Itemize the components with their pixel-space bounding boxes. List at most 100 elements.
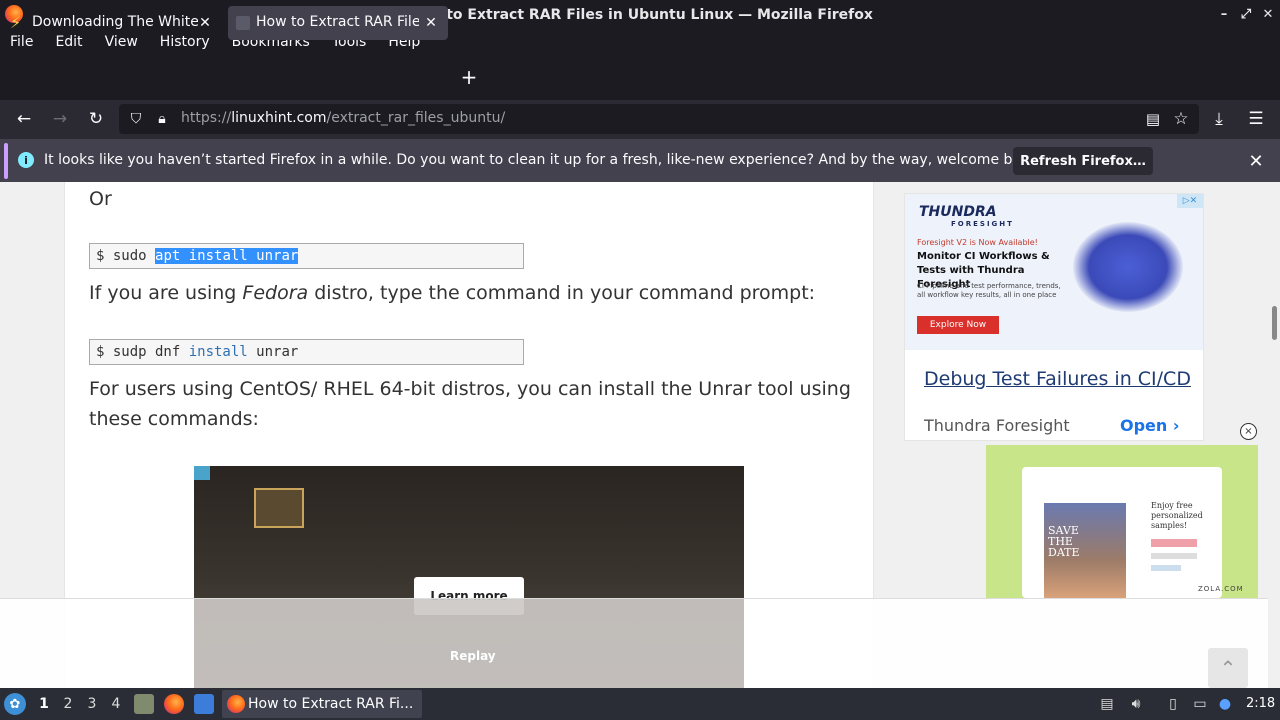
bookmark-star-icon[interactable]: ☆ [1170, 108, 1192, 130]
code-prompt: $ [96, 248, 113, 264]
info-icon: i [18, 152, 34, 168]
code-block-dnf[interactable]: $ sudp dnf install unrar [89, 339, 524, 365]
workspace-3[interactable]: 3 [83, 695, 101, 713]
ad-description: CI Pipeline and test performance, trends… [917, 282, 1061, 299]
display-icon[interactable]: ▭ [1190, 694, 1210, 714]
page-scrollbar[interactable] [1268, 182, 1280, 688]
thundra-ad[interactable]: THUNDRA FORESIGHT Foresight V2 is Now Ava… [904, 193, 1204, 441]
ad-open-button[interactable]: Open › [1120, 416, 1179, 435]
traffic-light-shape [254, 488, 304, 528]
maximize-button[interactable]: ⤢ [1236, 4, 1256, 24]
replay-button[interactable]: Replay [450, 649, 496, 663]
firefox-icon [227, 695, 245, 713]
taskbar-window-title: How to Extract RAR Fi... [248, 696, 414, 712]
fedora-text-post: distro, type the command in your command… [308, 282, 816, 304]
close-tab-icon[interactable]: ✕ [422, 14, 440, 32]
back-icon[interactable]: ← [13, 108, 35, 130]
taskbar: ✿ 1 2 3 4 How to Extract RAR Fi... ▤ 🔊︎ … [0, 688, 1280, 720]
notification-accent [4, 143, 8, 179]
ad-brand-name: THUNDRA [919, 204, 997, 220]
sticky-video-overlay: Replay [0, 598, 1280, 688]
or-text: Or [89, 188, 112, 210]
code-cmd: unrar [247, 344, 299, 360]
ad-close-icon[interactable]: × [1240, 423, 1257, 440]
downloads-icon[interactable]: ⤓ [1208, 108, 1230, 130]
refresh-firefox-button[interactable]: Refresh Firefox… [1013, 147, 1153, 175]
zola-form-field [1151, 565, 1181, 571]
url-path: /extract_rar_files_ubuntu/ [326, 110, 506, 126]
url-prefix: https:// [181, 110, 232, 126]
update-notification-icon[interactable]: ● [1215, 694, 1235, 714]
scroll-to-top-button[interactable]: ⌃ [1208, 648, 1248, 688]
code-cmd: sudp dnf [112, 344, 189, 360]
reader-view-icon[interactable]: ▤ [1142, 108, 1164, 130]
zola-enjoy-text: Enjoy free personalized samples! [1151, 501, 1203, 530]
save-the-date-text: SAVE THE DATE [1048, 525, 1080, 558]
workspace-4[interactable]: 4 [107, 695, 125, 713]
scrollbar-thumb[interactable] [1272, 306, 1277, 340]
forward-icon[interactable]: → [49, 108, 71, 130]
bolt-icon: ⚡ [10, 13, 22, 32]
code-cmd: sudo [112, 248, 156, 264]
ad-link-title[interactable]: Debug Test Failures in CI/CD [924, 368, 1191, 390]
close-tab-icon[interactable]: ✕ [196, 14, 214, 32]
workspace-1[interactable]: 1 [35, 695, 53, 713]
bird-illustration [1073, 222, 1183, 312]
linuxhint-icon [236, 16, 250, 30]
ad-badge-icon [194, 466, 210, 480]
video-faded-area [194, 599, 744, 688]
hamburger-menu-icon[interactable]: ☰ [1245, 108, 1267, 130]
window-title: How to Extract RAR Files in Ubuntu Linux… [407, 6, 873, 23]
ad-advertiser: Thundra Foresight [924, 416, 1070, 435]
centos-paragraph-line1: For users using CentOS/ RHEL 64-bit dist… [89, 378, 851, 400]
save-line-3: DATE [1048, 546, 1080, 559]
minimize-button[interactable]: – [1214, 4, 1234, 24]
reload-icon[interactable]: ↻ [85, 108, 107, 130]
code-keyword: install [188, 344, 248, 360]
fedora-text-pre: If you are using [89, 282, 243, 304]
fedora-text-em: Fedora [242, 282, 309, 304]
code-block-apt[interactable]: $ sudo apt install unrar [89, 243, 524, 269]
fedora-paragraph: If you are using Fedora distro, type the… [89, 278, 815, 308]
zola-form-button [1151, 539, 1197, 547]
ad-brand: THUNDRA FORESIGHT [919, 204, 1014, 228]
clipboard-icon[interactable]: ▤ [1097, 694, 1117, 714]
ad-banner[interactable]: THUNDRA FORESIGHT Foresight V2 is Now Ava… [905, 194, 1203, 350]
adchoices-icon[interactable]: ▷✕ [1177, 194, 1203, 208]
ad-subtitle: Foresight V2 is Now Available! [917, 238, 1038, 247]
taskbar-firefox-window[interactable]: How to Extract RAR Fi... [222, 690, 422, 718]
lock-icon[interactable]: 🔒︎ [151, 108, 173, 130]
start-menu-icon[interactable]: ✿ [4, 693, 26, 715]
shield-icon[interactable]: ⛉ [125, 108, 147, 130]
notes-icon[interactable]: ▯ [1163, 694, 1183, 714]
zola-form-field [1151, 553, 1197, 559]
url-host: linuxhint.com [231, 110, 327, 126]
volume-icon[interactable]: 🔊︎ [1126, 694, 1146, 714]
tab-label: Downloading The White House [32, 14, 198, 30]
code-prompt: $ [96, 344, 113, 360]
ad-brand-sub: FORESIGHT [951, 220, 1014, 228]
workspace-2[interactable]: 2 [59, 695, 77, 713]
page-viewport: Or $ sudo apt install unrar If you are u… [0, 182, 1280, 688]
tab-bar [0, 54, 1280, 100]
tab-label: How to Extract RAR Files in Ubuntu Linux [256, 14, 419, 30]
centos-paragraph-line2: these commands: [89, 408, 259, 430]
zola-ad[interactable]: SAVE THE DATE Enjoy free personalized samp… [986, 445, 1258, 598]
notification-message: It looks like you haven’t started Firefo… [44, 152, 1043, 168]
code-highlighted: apt install unrar [155, 248, 299, 264]
notification-bar: i It looks like you haven’t started Fire… [0, 138, 1280, 182]
file-manager-icon[interactable] [134, 694, 154, 714]
clock: 2:18 [1246, 696, 1276, 711]
desktop-icon[interactable] [194, 694, 214, 714]
ad-open-label: Open [1120, 416, 1168, 435]
close-window-button[interactable]: ✕ [1258, 4, 1278, 24]
tab-extract-rar[interactable]: How to Extract RAR Files in Ubuntu Linux… [228, 6, 448, 40]
tab-white-house[interactable]: ⚡ Downloading The White House ✕ [4, 6, 222, 40]
explore-now-button[interactable]: Explore Now [917, 316, 999, 334]
url-text[interactable]: https://linuxhint.com/extract_rar_files_… [181, 110, 505, 126]
new-tab-button[interactable]: + [458, 65, 480, 89]
close-notification-icon[interactable]: ✕ [1245, 150, 1267, 172]
zola-brand: ZOLA.COM [1198, 585, 1244, 593]
firefox-launcher-icon[interactable] [164, 694, 184, 714]
chevron-right-icon: › [1172, 416, 1180, 435]
